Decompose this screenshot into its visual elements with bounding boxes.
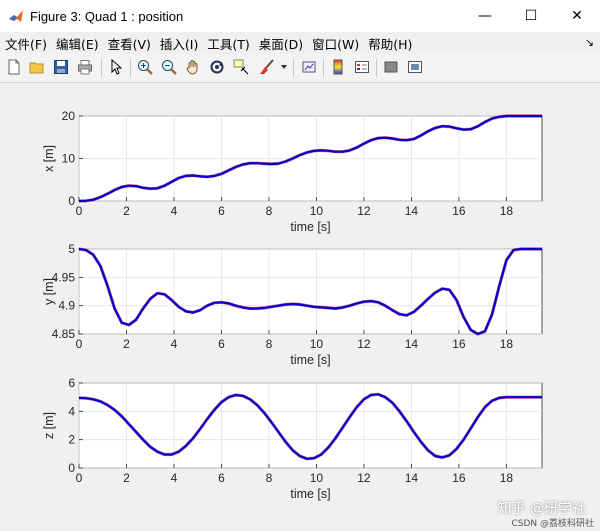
x-tick-label: 18 — [500, 471, 514, 485]
title-bar[interactable]: Figure 3: Quad 1 : position — ☐ ✕ — [0, 0, 600, 32]
link-plot-icon[interactable] — [299, 57, 319, 77]
menu-insert[interactable]: 插入(I) — [156, 34, 202, 53]
x-tick-label: 10 — [310, 471, 324, 485]
toolbar-separator — [130, 59, 131, 77]
zoom-in-icon[interactable] — [135, 57, 155, 77]
toolbar-separator — [376, 59, 377, 77]
x-tick-label: 4 — [171, 337, 178, 351]
x-tick-label: 8 — [266, 204, 273, 218]
plot-area — [78, 248, 543, 335]
x-tick-label: 12 — [357, 204, 371, 218]
x-tick-label: 0 — [76, 471, 83, 485]
toolbar-separator — [293, 59, 294, 77]
x-tick-label: 10 — [310, 204, 324, 218]
brush-icon[interactable] — [257, 57, 277, 77]
x-tick-label: 16 — [452, 204, 466, 218]
axes-2: 0 2 4 6 8 10 12 14 16 184.854.94.955time [s]y [m] — [42, 242, 543, 367]
window-controls: — ☐ ✕ — [462, 0, 600, 32]
x-tick-label: 6 — [218, 337, 225, 351]
x-tick-label: 14 — [405, 337, 419, 351]
axes-3: 0 2 4 6 8 10 12 14 16 18 0 2 4 6 time [s] z [m] — [42, 376, 543, 501]
x-tick-label: 10 — [310, 337, 324, 351]
dock-icon[interactable]: ↘ — [585, 36, 594, 49]
zoom-out-icon[interactable] — [159, 57, 179, 77]
x-tick-label: 2 — [123, 471, 130, 485]
menu-file[interactable]: 文件(F) — [1, 34, 51, 53]
y-tick-label: 4 — [68, 404, 75, 418]
menu-help[interactable]: 帮助(H) — [364, 34, 416, 53]
x-tick-label: 8 — [266, 471, 273, 485]
colorbar-icon[interactable] — [328, 57, 348, 77]
x-tick-label: 2 — [123, 337, 130, 351]
hide-plot-tools-icon[interactable] — [381, 57, 401, 77]
open-file-icon[interactable] — [27, 57, 47, 77]
matlab-logo-icon — [8, 8, 24, 24]
x-tick-label: 16 — [452, 337, 466, 351]
chevron-down-icon[interactable] — [279, 57, 289, 77]
toolbar-separator — [323, 59, 324, 77]
x-tick-label: 2 — [123, 204, 130, 218]
y-tick-label: 4.85 — [52, 327, 76, 341]
x-tick-label: 18 — [500, 204, 514, 218]
axes-1: 0 2 4 6 8 10 12 14 16 18 0 10 20 time [s] x [m] — [42, 109, 543, 234]
pan-icon[interactable] — [183, 57, 203, 77]
figure-window: Figure 3: Quad 1 : position — ☐ ✕ 文件(F) … — [0, 0, 600, 531]
menu-window[interactable]: 窗口(W) — [308, 34, 363, 53]
close-button[interactable]: ✕ — [554, 0, 600, 32]
x-tick-label: 6 — [218, 204, 225, 218]
watermark-subtext: CSDN @荔枝科研社 — [511, 519, 594, 529]
figure-toolbar — [0, 54, 600, 83]
data-cursor-icon[interactable] — [231, 57, 251, 77]
watermark-text: 知乎 @研学社 — [497, 501, 586, 517]
menu-bar: 文件(F) 编辑(E) 查看(V) 插入(I) 工具(T) 桌面(D) 窗口(W… — [0, 32, 600, 54]
y-tick-label: 6 — [68, 376, 75, 390]
legend-icon[interactable] — [352, 57, 372, 77]
y-axis-label: x [m] — [42, 145, 56, 172]
y-axis-label: y [m] — [42, 278, 56, 305]
menu-edit[interactable]: 编辑(E) — [52, 34, 103, 53]
x-tick-label: 16 — [452, 471, 466, 485]
y-tick-label: 0 — [68, 461, 75, 475]
print-icon[interactable] — [75, 57, 95, 77]
y-tick-label: 20 — [62, 109, 76, 123]
x-tick-label: 8 — [266, 337, 273, 351]
y-tick-label: 5 — [68, 242, 75, 256]
x-axis-label: time [s] — [290, 353, 330, 367]
pointer-icon[interactable] — [106, 57, 126, 77]
minimize-button[interactable]: — — [462, 0, 508, 32]
x-tick-label: 18 — [500, 337, 514, 351]
x-axis-label: time [s] — [290, 220, 330, 234]
y-axis-label: z [m] — [42, 412, 56, 439]
x-tick-label: 14 — [405, 471, 419, 485]
toolbar-separator — [101, 59, 102, 77]
x-tick-label: 6 — [218, 471, 225, 485]
window-title: Figure 3: Quad 1 : position — [30, 8, 184, 24]
save-icon[interactable] — [51, 57, 71, 77]
y-tick-label: 10 — [62, 152, 76, 166]
menu-tools[interactable]: 工具(T) — [203, 34, 253, 53]
menu-view[interactable]: 查看(V) — [104, 34, 155, 53]
show-plot-tools-icon[interactable] — [405, 57, 425, 77]
x-tick-label: 0 — [76, 204, 83, 218]
x-axis-label: time [s] — [290, 487, 330, 501]
x-tick-label: 12 — [357, 471, 371, 485]
x-tick-label: 4 — [171, 471, 178, 485]
new-figure-icon[interactable] — [4, 57, 24, 77]
x-tick-label: 4 — [171, 204, 178, 218]
plots-svg: 0 2 4 6 8 10 12 14 16 1801020time [s]x [m]0 2 4 6 8 10… — [42, 109, 543, 501]
maximize-button[interactable]: ☐ — [508, 0, 554, 32]
y-tick-label: 2 — [68, 433, 75, 447]
figure-canvas[interactable]: 0 2 4 6 8 10 12 14 16 18 0 10 20 time [s] x [m] 0 2 4 6 8 10… — [0, 83, 600, 531]
x-tick-label: 14 — [405, 204, 419, 218]
rotate-icon[interactable] — [207, 57, 227, 77]
x-tick-label: 0 — [76, 337, 83, 351]
x-tick-label: 12 — [357, 337, 371, 351]
y-tick-label: 0 — [68, 194, 75, 208]
y-tick-label: 4.9 — [58, 299, 75, 313]
menu-desktop[interactable]: 桌面(D) — [255, 34, 307, 53]
